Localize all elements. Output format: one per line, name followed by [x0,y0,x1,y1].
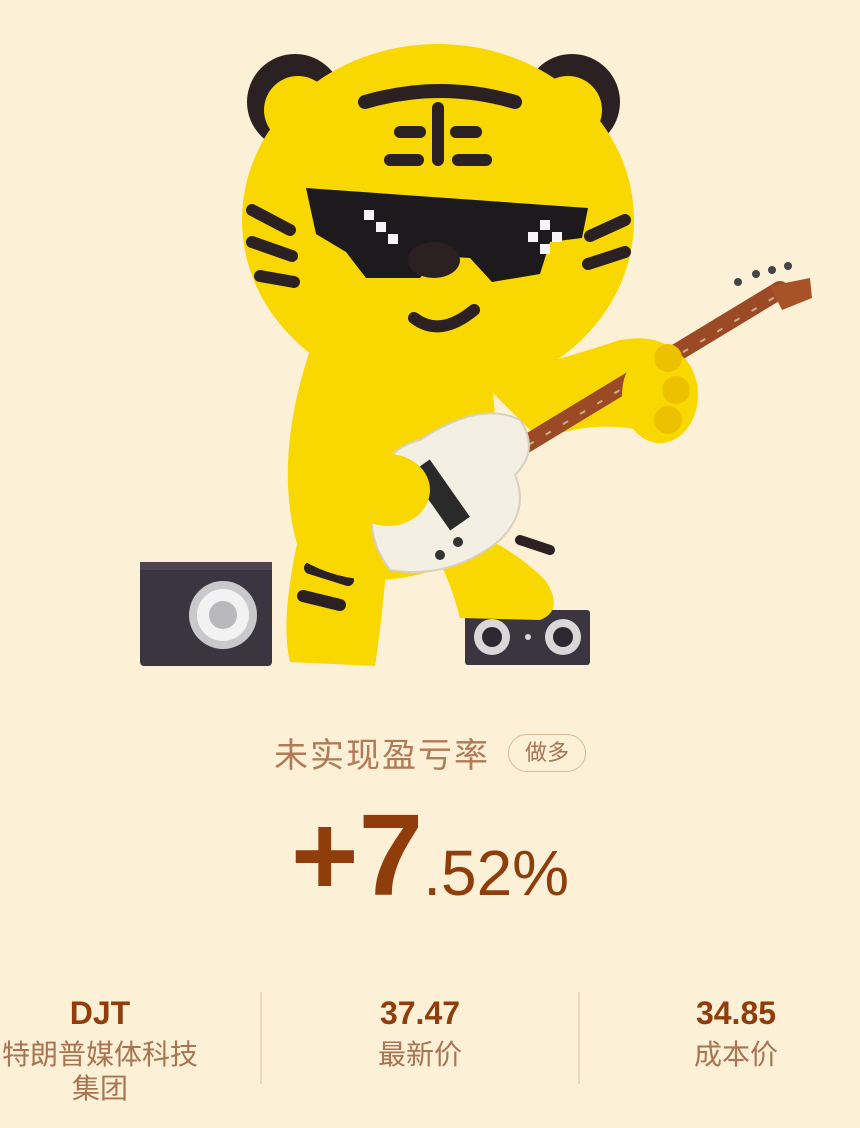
speaker-left-icon [140,562,272,666]
cost-price-stat: 34.85 成本价 [616,988,856,1072]
stats-row: DJT 特朗普媒体科技 集团 37.47 最新价 34.85 成本价 [0,988,860,1108]
stock-name-line2: 集团 [71,1073,128,1104]
pnl-rate-value: +7.52% [0,790,860,938]
pnl-rate-decimal: .52% [423,837,570,909]
pnl-title-row: 未实现盈亏率 做多 [0,728,860,777]
latest-price-label: 最新价 [377,1039,462,1070]
cost-price-label: 成本价 [693,1039,778,1070]
pnl-rate-integer: +7 [290,790,424,920]
stock-symbol-stat: DJT 特朗普媒体科技 集团 [0,988,220,1106]
unrealized-pnl-rate-title: 未实现盈亏率 [273,737,490,775]
tiger-guitar-mascot-illustration [140,44,812,666]
latest-price-value: 37.47 [379,995,461,1031]
stats-divider [260,992,262,1084]
latest-price-stat: 37.47 最新价 [300,988,540,1072]
tiger-head-icon [242,44,634,396]
cost-price-value: 34.85 [695,995,777,1031]
stats-divider [578,992,580,1084]
stock-symbol: DJT [69,995,131,1031]
long-direction-badge: 做多 [507,733,586,772]
stock-name-line1: 特朗普媒体科技 [1,1039,198,1070]
